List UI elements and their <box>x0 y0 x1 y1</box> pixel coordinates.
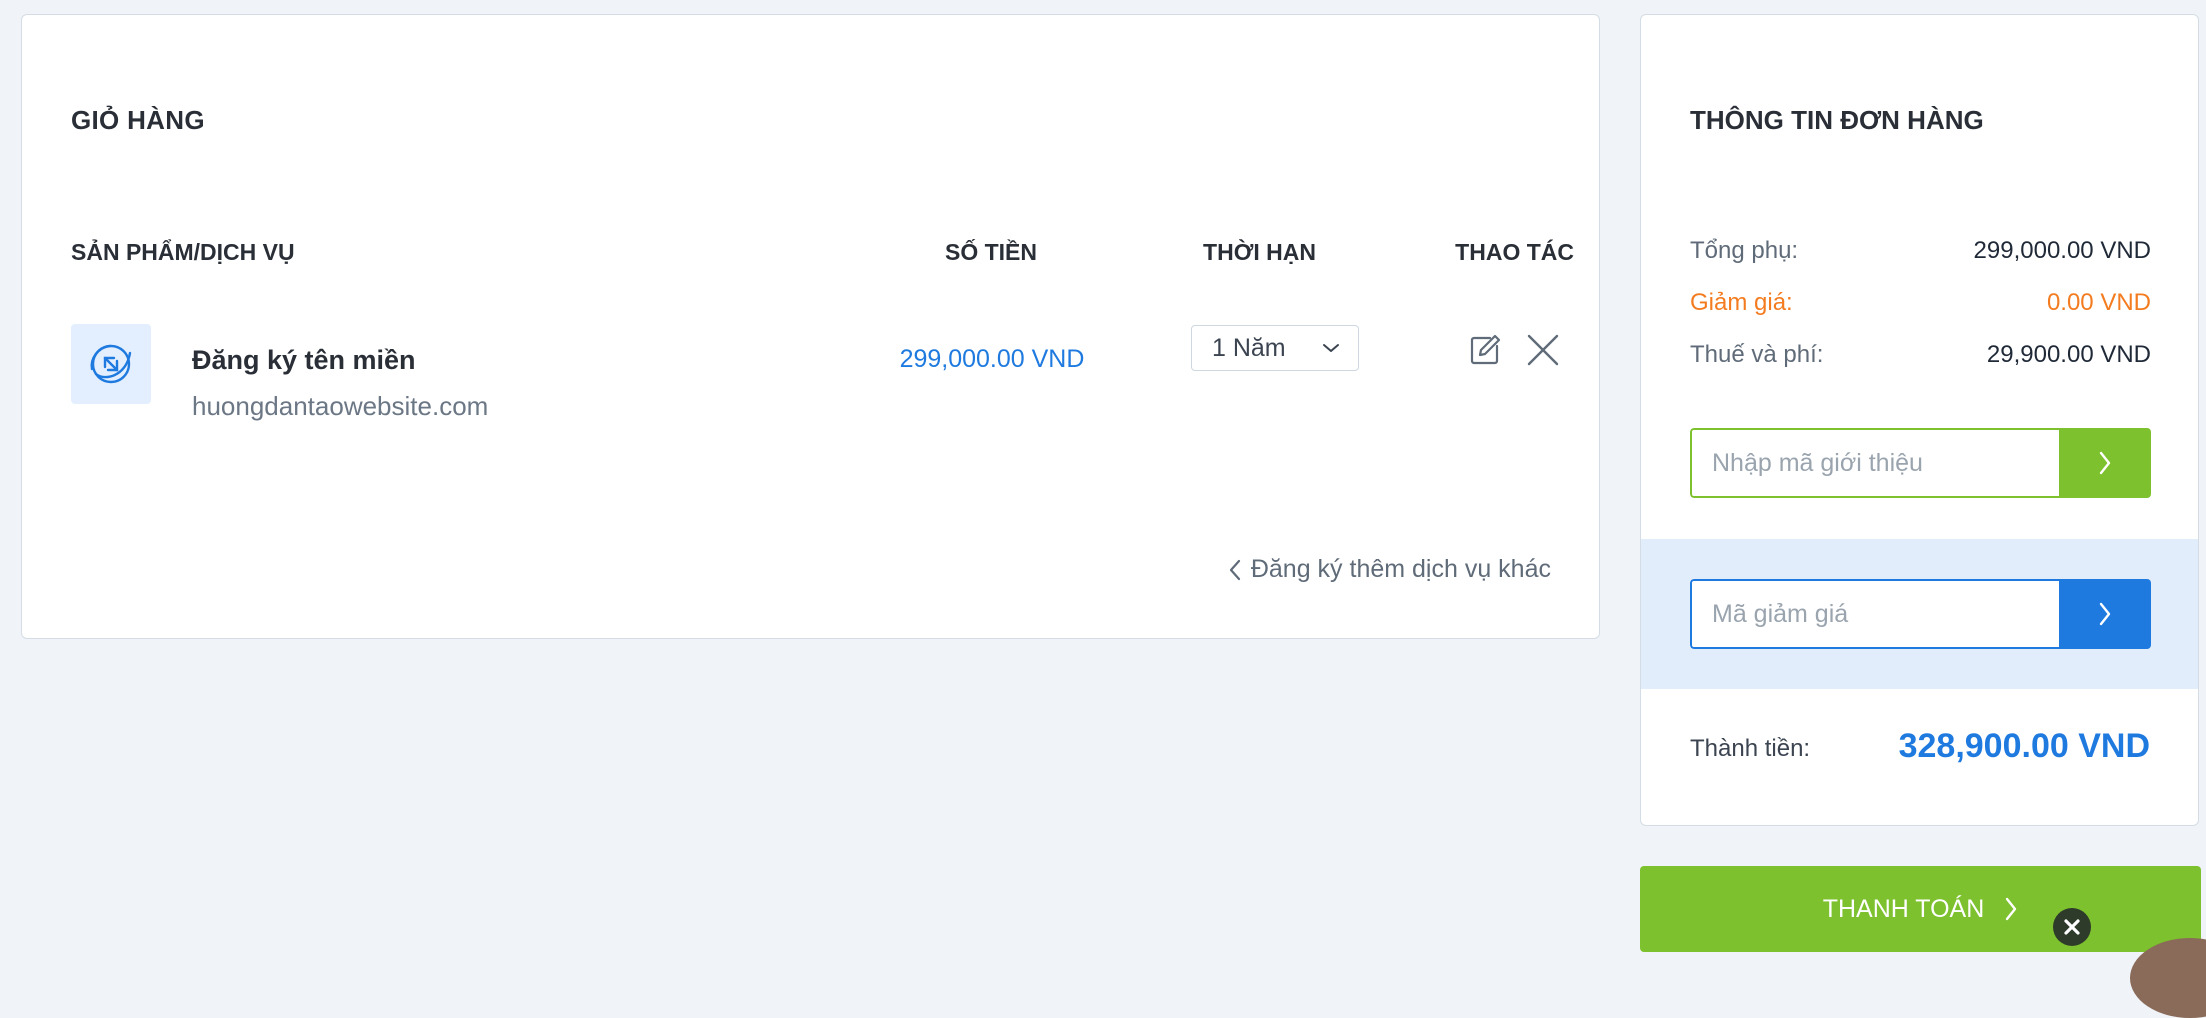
total-value: 328,900.00 VND <box>1898 727 2150 765</box>
domain-globe-icon <box>71 324 151 404</box>
column-header-action: THAO TÁC <box>1455 239 1574 265</box>
product-price: 299,000.00 VND <box>899 345 1085 373</box>
discount-value: 0.00 VND <box>2046 289 2151 316</box>
order-title: THÔNG TIN ĐƠN HÀNG <box>1690 105 1984 135</box>
tax-label: Thuế và phí: <box>1690 341 1824 368</box>
referral-submit-button[interactable] <box>2059 428 2151 498</box>
chevron-right-icon <box>2099 602 2111 626</box>
discount-row: Giảm giá: 0.00 VND <box>1690 289 2151 317</box>
chevron-right-icon <box>2006 897 2017 921</box>
tax-row: Thuế và phí: 29,900.00 VND <box>1690 341 2151 369</box>
checkout-button[interactable]: THANH TOÁN <box>1640 866 2201 952</box>
chevron-down-icon <box>1323 344 1339 352</box>
column-header-product: SẢN PHẨM/DỊCH VỤ <box>71 239 295 265</box>
order-summary-panel: THÔNG TIN ĐƠN HÀNG Tổng phụ: 299,000.00 … <box>1640 14 2199 826</box>
promo-code-input[interactable] <box>1690 579 2059 649</box>
promo-submit-button[interactable] <box>2059 579 2151 649</box>
edit-icon[interactable] <box>1468 333 1502 367</box>
term-select[interactable]: 1 Năm <box>1191 325 1359 371</box>
product-name: Đăng ký tên miền <box>192 345 416 375</box>
checkout-label: THANH TOÁN <box>1822 894 1985 923</box>
chevron-left-icon <box>1229 559 1240 580</box>
cart-title: GIỎ HÀNG <box>71 105 205 135</box>
discount-label: Giảm giá: <box>1690 289 1793 316</box>
subtotal-row: Tổng phụ: 299,000.00 VND <box>1690 237 2151 265</box>
tax-value: 29,900.00 VND <box>1986 341 2151 368</box>
referral-code-input[interactable] <box>1690 428 2059 498</box>
product-domain: huongdantaowebsite.com <box>192 391 489 421</box>
cart-panel: GIỎ HÀNG SẢN PHẨM/DỊCH VỤ SỐ TIỀN THỜI H… <box>21 14 1600 639</box>
remove-item-close-icon[interactable] <box>1524 331 1562 369</box>
close-badge-icon[interactable] <box>2053 908 2091 946</box>
column-header-price: SỐ TIỀN <box>944 239 1037 265</box>
subtotal-value: 299,000.00 VND <box>1973 237 2151 264</box>
referral-code-group <box>1690 428 2151 498</box>
promo-code-group <box>1690 579 2151 649</box>
more-services-label: Đăng ký thêm dịch vụ khác <box>1250 555 1551 583</box>
term-select-value: 1 Năm <box>1212 333 1286 362</box>
more-services-link[interactable]: Đăng ký thêm dịch vụ khác <box>1229 555 1551 584</box>
column-header-term: THỜI HẠN <box>1203 239 1316 265</box>
subtotal-label: Tổng phụ: <box>1690 237 1799 264</box>
total-label: Thành tiền: <box>1690 735 1811 762</box>
chevron-right-icon <box>2099 451 2111 475</box>
